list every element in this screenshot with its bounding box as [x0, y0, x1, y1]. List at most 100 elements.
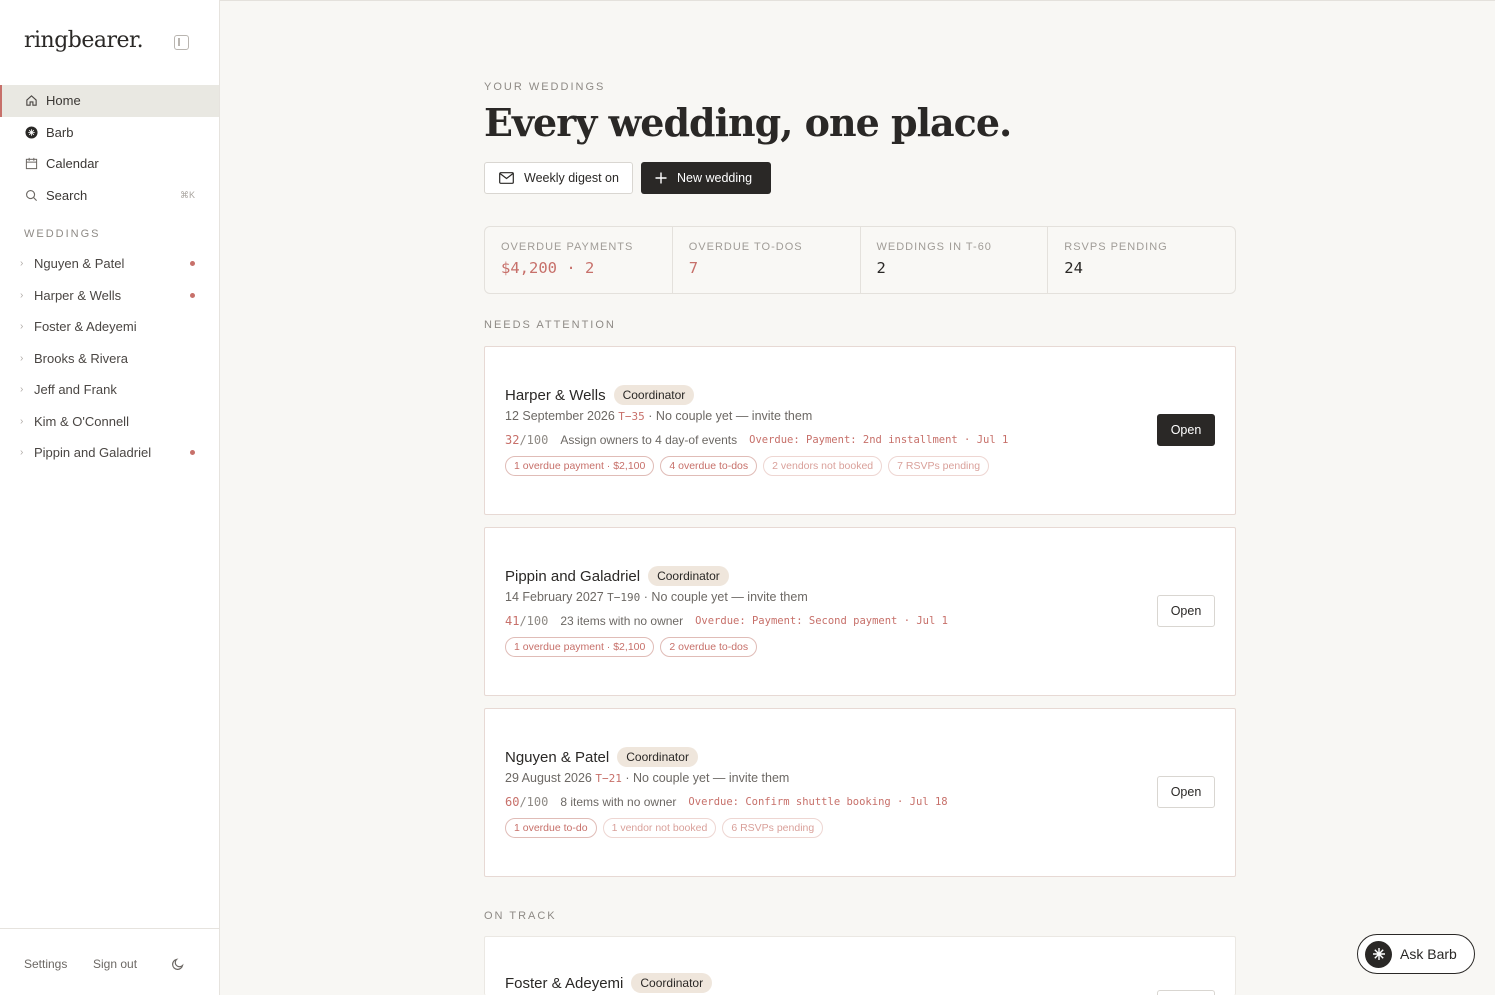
alert-dot — [190, 292, 195, 298]
stat-label: WEDDINGS IN T-60 — [876, 241, 992, 253]
stat-rsvps-pending[interactable]: RSVPS PENDING 24 — [1048, 227, 1235, 293]
issue-chip[interactable]: 1 overdue to-do — [505, 818, 597, 838]
asterisk-icon — [1365, 940, 1392, 968]
nav-label: Home — [46, 93, 81, 109]
issue-chip[interactable]: 2 vendors not booked — [763, 456, 883, 476]
chevron-right-icon[interactable]: › — [20, 384, 26, 395]
stat-weddings-t60[interactable]: WEDDINGS IN T-60 2 — [861, 227, 1049, 293]
wedding-label: Kim & O'Connell — [34, 413, 129, 429]
new-wedding-button[interactable]: New wedding — [641, 162, 771, 194]
open-button[interactable]: Open — [1157, 414, 1215, 446]
sidebar-wedding-item[interactable]: › Brooks & Rivera — [0, 343, 219, 375]
wedding-card[interactable]: Foster & Adeyemi Coordinator — [484, 936, 1236, 995]
overdue-item: Overdue: Payment: Second payment · Jul 1 — [695, 615, 948, 627]
stat-overdue-todos[interactable]: OVERDUE TO-DOS 7 — [673, 227, 861, 293]
wedding-card[interactable]: Pippin and Galadriel Coordinator 14 Febr… — [484, 527, 1236, 696]
sidebar-wedding-item[interactable]: › Foster & Adeyemi — [0, 311, 219, 343]
nav-item-calendar[interactable]: Calendar — [0, 148, 219, 180]
next-task: Assign owners to 4 day-of events — [560, 433, 738, 447]
main-nav: Home Barb Calendar Search ⌘K — [0, 85, 219, 211]
chevron-right-icon[interactable]: › — [20, 416, 26, 427]
stat-label: RSVPS PENDING — [1064, 241, 1168, 253]
card-title: Harper & Wells Coordinator — [505, 385, 695, 405]
brand-logo[interactable]: ringbearer. — [24, 28, 144, 53]
readiness-score: 32/100 — [505, 433, 549, 447]
sidebar-wedding-item[interactable]: › Kim & O'Connell — [0, 406, 219, 438]
nav-item-barb[interactable]: Barb — [0, 117, 219, 149]
readiness-score: 60/100 — [505, 795, 549, 809]
card-title: Pippin and Galadriel Coordinator — [505, 566, 729, 586]
card-progress-line: 60/100 8 items with no owner Overdue: Co… — [505, 795, 948, 809]
open-button[interactable] — [1157, 990, 1215, 995]
issue-chip[interactable]: 1 overdue payment · $2,100 — [505, 637, 655, 657]
stat-value: 2 — [876, 259, 886, 277]
issue-chip[interactable]: 6 RSVPs pending — [722, 818, 824, 838]
plus-icon — [655, 172, 667, 184]
sidebar-wedding-item[interactable]: › Harper & Wells — [0, 280, 219, 312]
card-progress-line: 41/100 23 items with no owner Overdue: P… — [505, 614, 948, 628]
nav-label: Barb — [46, 124, 74, 140]
search-icon — [24, 188, 38, 202]
chevron-right-icon[interactable]: › — [20, 321, 26, 332]
open-button[interactable]: Open — [1157, 595, 1215, 627]
chevron-right-icon[interactable]: › — [20, 258, 26, 269]
wedding-name: Pippin and Galadriel — [505, 567, 641, 585]
card-title: Foster & Adeyemi Coordinator — [505, 973, 713, 993]
issue-chip[interactable]: 7 RSVPs pending — [888, 456, 990, 476]
top-border — [0, 0, 1495, 1]
collapse-sidebar-icon[interactable] — [174, 35, 189, 50]
wedding-label: Jeff and Frank — [34, 382, 117, 398]
next-task: 23 items with no owner — [560, 614, 684, 628]
signout-link[interactable]: Sign out — [93, 957, 137, 971]
issue-chips: 1 overdue payment · $2,100 2 overdue to-… — [505, 637, 758, 657]
issue-chip[interactable]: 4 overdue to-dos — [660, 456, 758, 476]
sidebar-wedding-item[interactable]: › Jeff and Frank — [0, 374, 219, 406]
nav-item-search[interactable]: Search ⌘K — [0, 180, 219, 212]
wedding-date: 29 August 2026 — [505, 771, 592, 785]
stat-overdue-payments[interactable]: OVERDUE PAYMENTS $4,200 · 2 — [485, 227, 673, 293]
weddings-section-label: WEDDINGS — [24, 228, 101, 240]
overdue-item: Overdue: Payment: 2nd installment · Jul … — [749, 434, 1009, 446]
issue-chips: 1 overdue payment · $2,100 4 overdue to-… — [505, 456, 990, 476]
nav-label: Search — [46, 187, 88, 203]
home-icon — [24, 94, 38, 108]
stat-value: $4,200 · 2 — [501, 259, 595, 277]
wedding-label: Brooks & Rivera — [34, 350, 128, 366]
issue-chip[interactable]: 2 overdue to-dos — [660, 637, 758, 657]
next-task: 8 items with no owner — [560, 795, 677, 809]
ask-barb-button[interactable]: Ask Barb — [1357, 934, 1475, 974]
issue-chip[interactable]: 1 overdue payment · $2,100 — [505, 456, 655, 476]
weekly-digest-button[interactable]: Weekly digest on — [484, 162, 633, 194]
countdown: T−190 — [607, 591, 641, 604]
chevron-right-icon[interactable]: › — [20, 353, 26, 364]
countdown: T−21 — [595, 772, 622, 785]
readiness-score: 41/100 — [505, 614, 549, 628]
wedding-label: Pippin and Galadriel — [34, 445, 152, 461]
role-badge: Coordinator — [613, 385, 695, 405]
countdown: T−35 — [618, 410, 645, 423]
chevron-right-icon[interactable]: › — [20, 447, 26, 458]
barb-icon — [24, 125, 38, 139]
moon-icon[interactable] — [171, 957, 185, 971]
wedding-date: 14 February 2027 — [505, 590, 604, 604]
sidebar-wedding-item[interactable]: › Pippin and Galadriel — [0, 437, 219, 469]
sidebar-wedding-item[interactable]: › Nguyen & Patel — [0, 248, 219, 280]
open-button[interactable]: Open — [1157, 776, 1215, 808]
stat-label: OVERDUE PAYMENTS — [501, 241, 634, 253]
wedding-card[interactable]: Harper & Wells Coordinator 12 September … — [484, 346, 1236, 515]
stat-label: OVERDUE TO-DOS — [688, 241, 803, 253]
couple-status: · No couple yet — invite them — [648, 409, 813, 423]
wedding-label: Harper & Wells — [34, 287, 122, 303]
page-title: Every wedding, one place. — [484, 100, 1012, 145]
settings-link[interactable]: Settings — [24, 957, 67, 971]
wedding-card[interactable]: Nguyen & Patel Coordinator 29 August 202… — [484, 708, 1236, 877]
issue-chip[interactable]: 1 vendor not booked — [602, 818, 717, 838]
needs-attention-heading: NEEDS ATTENTION — [484, 319, 616, 331]
page-eyebrow: YOUR WEDDINGS — [484, 81, 606, 93]
overdue-item: Overdue: Confirm shuttle booking · Jul 1… — [688, 796, 948, 808]
nav-item-home[interactable]: Home — [0, 85, 219, 117]
role-badge: Coordinator — [648, 566, 729, 586]
chevron-right-icon[interactable]: › — [20, 290, 26, 301]
on-track-heading: ON TRACK — [484, 910, 557, 922]
weddings-list: › Nguyen & Patel › Harper & Wells › Fost… — [0, 248, 219, 469]
